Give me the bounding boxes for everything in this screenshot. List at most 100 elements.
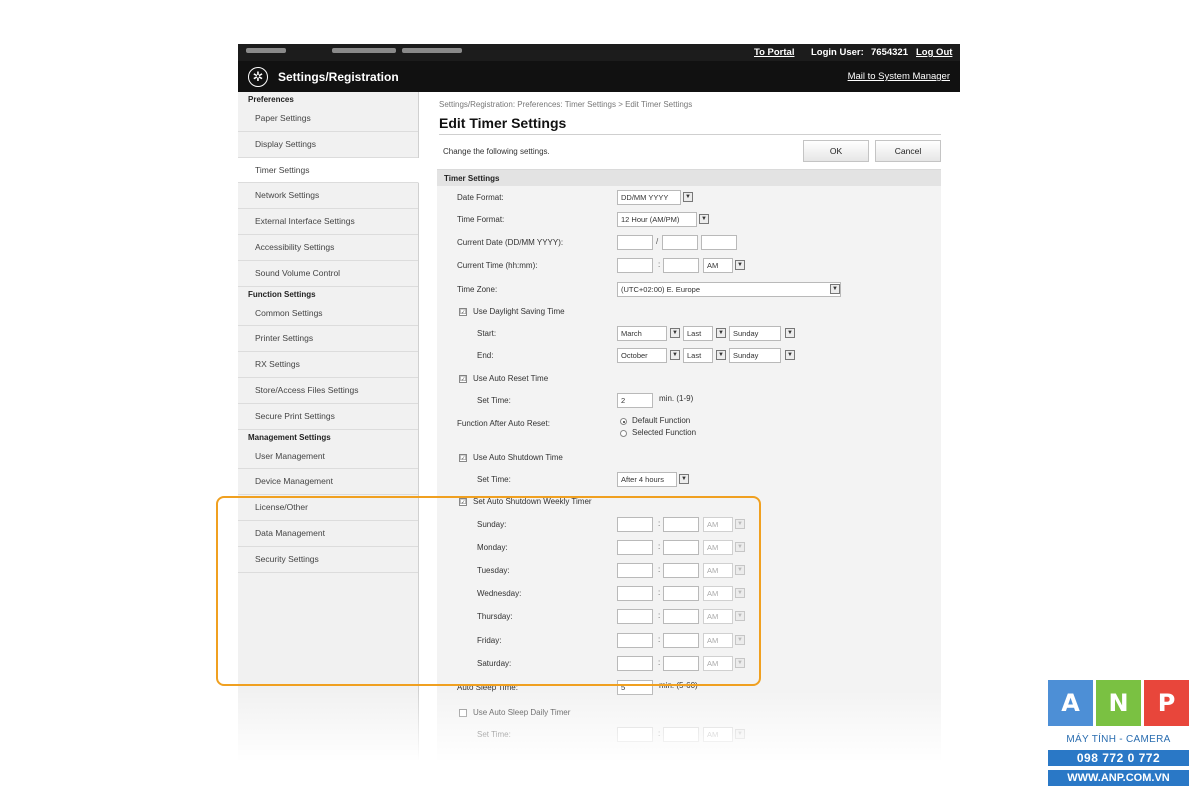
saturday-minute-input[interactable] xyxy=(663,656,699,671)
ok-button[interactable]: OK xyxy=(803,140,869,162)
sidebar-item-accessibility[interactable]: Accessibility Settings xyxy=(238,235,418,261)
to-portal-link[interactable]: To Portal xyxy=(754,47,794,58)
log-out-link[interactable]: Log Out xyxy=(916,47,952,58)
chevron-down-icon[interactable]: ▼ xyxy=(735,729,745,739)
saturday-ampm-select[interactable]: AM xyxy=(703,656,733,671)
auto-sleep-input[interactable]: 5 xyxy=(617,680,653,695)
chevron-down-icon[interactable]: ▼ xyxy=(735,611,745,621)
date-separator: / xyxy=(656,237,659,246)
date-day-input[interactable] xyxy=(617,235,653,250)
anp-letter-a: A xyxy=(1048,680,1093,726)
monday-hour-input[interactable] xyxy=(617,540,653,555)
sunday-ampm-select[interactable]: AM xyxy=(703,517,733,532)
thursday-ampm-select[interactable]: AM xyxy=(703,609,733,624)
use-sleep-daily-checkbox[interactable] xyxy=(459,709,467,717)
chevron-down-icon[interactable]: ▼ xyxy=(735,565,745,575)
weekday-label-thursday: Thursday: xyxy=(477,612,513,621)
sidebar-item-license-other[interactable]: License/Other xyxy=(238,495,418,521)
sidebar-item-paper-settings[interactable]: Paper Settings xyxy=(238,106,418,132)
monday-minute-input[interactable] xyxy=(663,540,699,555)
sunday-hour-input[interactable] xyxy=(617,517,653,532)
sidebar-item-printer-settings[interactable]: Printer Settings xyxy=(238,326,418,353)
wednesday-minute-input[interactable] xyxy=(663,586,699,601)
dst-start-week-select[interactable]: Last xyxy=(683,326,713,341)
dst-start-day-select[interactable]: Sunday xyxy=(729,326,781,341)
sidebar-item-display-settings[interactable]: Display Settings xyxy=(238,132,418,158)
sidebar-item-secure-print[interactable]: Secure Print Settings xyxy=(238,404,418,430)
sleep-hour-input[interactable] xyxy=(617,727,653,742)
chevron-down-icon[interactable]: ▼ xyxy=(735,658,745,668)
time-format-select[interactable]: 12 Hour (AM/PM) xyxy=(617,212,697,227)
sidebar-item-common-settings[interactable]: Common Settings xyxy=(238,301,418,327)
dst-end-day-select[interactable]: Sunday xyxy=(729,348,781,363)
chevron-down-icon[interactable]: ▼ xyxy=(735,588,745,598)
friday-hour-input[interactable] xyxy=(617,633,653,648)
chevron-down-icon[interactable]: ▼ xyxy=(716,350,726,360)
time-hour-input[interactable] xyxy=(617,258,653,273)
use-auto-shutdown-checkbox[interactable]: ☑ xyxy=(459,454,467,462)
auto-shutdown-select[interactable]: After 4 hours xyxy=(617,472,677,487)
tuesday-hour-input[interactable] xyxy=(617,563,653,578)
sleep-ampm-select[interactable]: AM xyxy=(703,727,733,742)
auto-reset-time-input[interactable]: 2 xyxy=(617,393,653,408)
dst-end-week-select[interactable]: Last xyxy=(683,348,713,363)
sidebar-item-store-access-files[interactable]: Store/Access Files Settings xyxy=(238,378,418,404)
selected-function-radio[interactable] xyxy=(620,430,627,437)
sidebar-group-preferences: Preferences xyxy=(248,95,294,104)
section-title: Timer Settings xyxy=(437,170,941,186)
anp-website: WWW.ANP.COM.VN xyxy=(1048,770,1189,786)
sidebar-item-external-interface[interactable]: External Interface Settings xyxy=(238,209,418,235)
friday-minute-input[interactable] xyxy=(663,633,699,648)
tuesday-ampm-select[interactable]: AM xyxy=(703,563,733,578)
sidebar-item-sound-volume[interactable]: Sound Volume Control xyxy=(238,261,418,287)
default-function-radio[interactable] xyxy=(620,418,627,425)
wednesday-hour-input[interactable] xyxy=(617,586,653,601)
mail-system-manager-link[interactable]: Mail to System Manager xyxy=(848,71,950,82)
wednesday-ampm-select[interactable]: AM xyxy=(703,586,733,601)
set-weekly-timer-label: Set Auto Shutdown Weekly Timer xyxy=(473,497,592,506)
chevron-down-icon[interactable]: ▼ xyxy=(830,284,840,294)
sidebar-item-user-management[interactable]: User Management xyxy=(238,444,418,470)
sidebar-item-timer-settings[interactable]: Timer Settings xyxy=(238,157,419,184)
sidebar-item-security-settings[interactable]: Security Settings xyxy=(238,547,418,573)
saturday-hour-input[interactable] xyxy=(617,656,653,671)
dst-start-month-select[interactable]: March xyxy=(617,326,667,341)
chevron-down-icon[interactable]: ▼ xyxy=(699,214,709,224)
anp-phone: 098 772 0 772 xyxy=(1048,750,1189,766)
date-month-input[interactable] xyxy=(662,235,698,250)
sleep-minute-input[interactable] xyxy=(663,727,699,742)
chevron-down-icon[interactable]: ▼ xyxy=(735,260,745,270)
date-format-select[interactable]: DD/MM YYYY xyxy=(617,190,681,205)
thursday-hour-input[interactable] xyxy=(617,609,653,624)
thursday-minute-input[interactable] xyxy=(663,609,699,624)
chevron-down-icon[interactable]: ▼ xyxy=(735,635,745,645)
current-date-label: Current Date (DD/MM YYYY): xyxy=(457,238,564,247)
time-minute-input[interactable] xyxy=(663,258,699,273)
use-dst-checkbox[interactable]: ☑ xyxy=(459,308,467,316)
tuesday-minute-input[interactable] xyxy=(663,563,699,578)
chevron-down-icon[interactable]: ▼ xyxy=(683,192,693,202)
chevron-down-icon[interactable]: ▼ xyxy=(735,542,745,552)
use-auto-reset-checkbox[interactable]: ☑ xyxy=(459,375,467,383)
chevron-down-icon[interactable]: ▼ xyxy=(679,474,689,484)
set-weekly-timer-checkbox[interactable]: ☑ xyxy=(459,498,467,506)
chevron-down-icon[interactable]: ▼ xyxy=(670,328,680,338)
chevron-down-icon[interactable]: ▼ xyxy=(785,350,795,360)
chevron-down-icon[interactable]: ▼ xyxy=(716,328,726,338)
cancel-button[interactable]: Cancel xyxy=(875,140,941,162)
chevron-down-icon[interactable]: ▼ xyxy=(735,519,745,529)
sidebar-item-data-management[interactable]: Data Management xyxy=(238,521,418,547)
dst-end-month-select[interactable]: October xyxy=(617,348,667,363)
sidebar-item-network-settings[interactable]: Network Settings xyxy=(238,183,418,210)
sidebar-item-rx-settings[interactable]: RX Settings xyxy=(238,352,418,378)
monday-ampm-select[interactable]: AM xyxy=(703,540,733,555)
sunday-minute-input[interactable] xyxy=(663,517,699,532)
time-ampm-select[interactable]: AM xyxy=(703,258,733,273)
sidebar-item-device-management[interactable]: Device Management xyxy=(238,469,418,496)
sidebar-group-management-settings: Management Settings xyxy=(248,432,331,442)
date-year-input[interactable] xyxy=(701,235,737,250)
friday-ampm-select[interactable]: AM xyxy=(703,633,733,648)
chevron-down-icon[interactable]: ▼ xyxy=(785,328,795,338)
chevron-down-icon[interactable]: ▼ xyxy=(670,350,680,360)
time-zone-select[interactable]: (UTC+02:00) E. Europe xyxy=(617,282,841,297)
